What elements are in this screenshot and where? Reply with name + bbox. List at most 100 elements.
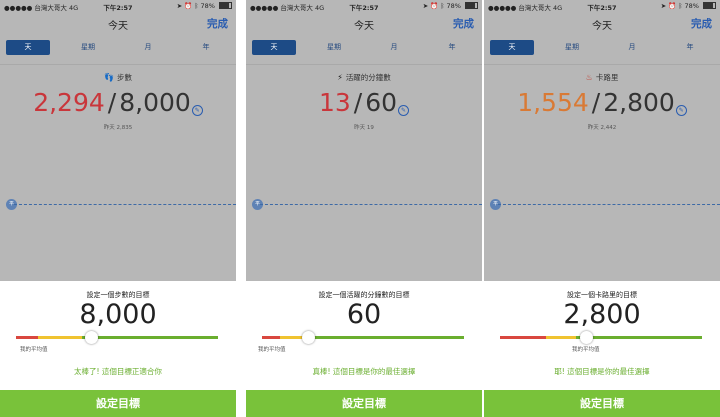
slider-segment-high	[302, 336, 464, 339]
flame-icon: ♨	[585, 73, 593, 82]
metric-label: 卡路里	[595, 73, 619, 82]
status-bar: ●●●●● 台灣大哥大 4G 下午2:57 ➤ ⏰ ᛒ 78%	[0, 0, 236, 12]
status-right: ➤ ⏰ ᛒ 78%	[423, 2, 478, 10]
progress-readout: 13/60 ✎	[246, 86, 482, 120]
average-label: 我的平均值	[20, 347, 48, 353]
tab-month[interactable]: 月	[372, 40, 416, 55]
goal-value: 8,000	[119, 88, 191, 117]
metric-label: 活躍的分鐘數	[345, 73, 391, 82]
slider-segment-mid	[280, 336, 302, 339]
page-title: 今天	[354, 21, 374, 32]
slider-segment-mid	[38, 336, 82, 339]
slider-segment-mid	[546, 336, 576, 339]
tab-year[interactable]: 年	[430, 40, 474, 55]
slider-segment-high	[576, 336, 702, 339]
current-value: 2,294	[33, 88, 105, 117]
battery-icon	[465, 2, 478, 9]
slider-segment-low	[500, 336, 546, 339]
yesterday-value: 昨天 2,442	[587, 125, 617, 131]
bluetooth-icon: ᛒ	[678, 2, 683, 10]
feedback-text: 太棒了! 這個目標正適合你	[74, 367, 162, 376]
goal-value: 60	[365, 88, 398, 117]
tab-month[interactable]: 月	[126, 40, 170, 55]
battery-icon	[703, 2, 716, 9]
feedback-text: 真棒! 這個目標是你的最佳選擇	[312, 367, 416, 376]
goal-number: 60	[346, 299, 382, 330]
phone-screen-steps: ●●●●● 台灣大哥大 4G 下午2:57 ➤ ⏰ ᛒ 78% 今天 完成 天 …	[0, 0, 236, 417]
page-title: 今天	[108, 21, 128, 32]
bluetooth-icon: ᛒ	[194, 2, 199, 10]
period-tabs: 天 星期 月 年	[6, 40, 230, 55]
done-button[interactable]: 完成	[453, 16, 474, 31]
tab-day[interactable]: 天	[6, 40, 50, 55]
slash: /	[591, 88, 601, 117]
battery-percent: 78%	[446, 2, 461, 10]
edit-goal-icon[interactable]: ✎	[398, 105, 410, 116]
battery-icon	[219, 2, 232, 9]
lightning-icon: ⚡	[337, 73, 343, 82]
alarm-icon: ⏰	[668, 2, 677, 10]
tab-day[interactable]: 天	[252, 40, 296, 55]
set-goal-button[interactable]: 設定目標	[0, 390, 236, 417]
set-goal-button[interactable]: 設定目標	[246, 390, 482, 417]
goal-slider-track[interactable]	[500, 336, 702, 339]
current-value: 1,554	[517, 88, 589, 117]
slider-segment-low	[16, 336, 38, 339]
feedback-text: 耶! 這個目標是你的最佳選擇	[554, 367, 650, 376]
divider	[246, 64, 482, 65]
tab-year[interactable]: 年	[184, 40, 228, 55]
average-line	[14, 204, 236, 205]
phone-screen-active-minutes: ●●●●● 台灣大哥大 4G 下午2:57 ➤ ⏰ ᛒ 78% 今天 完成 天 …	[246, 0, 482, 417]
done-button[interactable]: 完成	[207, 16, 228, 31]
slider-segment-low	[262, 336, 280, 339]
goal-slider-thumb[interactable]	[302, 331, 315, 344]
metric-title: 👣 步數	[0, 72, 236, 83]
slash: /	[107, 88, 117, 117]
average-label: 我的平均值	[572, 347, 600, 353]
average-line	[260, 204, 482, 205]
edit-goal-icon[interactable]: ✎	[675, 105, 687, 116]
yesterday-value: 昨天 2,835	[103, 125, 133, 131]
average-label: 我的平均值	[258, 347, 286, 353]
slider-segment-high	[82, 336, 218, 339]
alarm-icon: ⏰	[184, 2, 193, 10]
current-value: 13	[318, 88, 351, 117]
goal-number: 2,800	[563, 299, 641, 330]
location-icon: ➤	[422, 2, 429, 10]
metric-title: ♨ 卡路里	[484, 72, 720, 83]
divider	[484, 64, 720, 65]
period-tabs: 天 星期 月 年	[490, 40, 714, 55]
tab-year[interactable]: 年	[668, 40, 712, 55]
average-line	[498, 204, 720, 205]
metric-label: 步數	[116, 73, 132, 82]
goal-number: 8,000	[79, 299, 157, 330]
nav-header: 今天 完成	[484, 12, 720, 36]
nav-header: 今天 完成	[0, 12, 236, 36]
metric-title: ⚡ 活躍的分鐘數	[246, 72, 482, 83]
location-icon: ➤	[176, 2, 183, 10]
edit-goal-icon[interactable]: ✎	[191, 105, 203, 116]
tab-week[interactable]: 星期	[312, 40, 356, 55]
battery-percent: 78%	[684, 2, 699, 10]
set-goal-button[interactable]: 設定目標	[484, 390, 720, 417]
nav-header: 今天 完成	[246, 12, 482, 36]
status-bar: ●●●●● 台灣大哥大 4G 下午2:57 ➤ ⏰ ᛒ 78%	[484, 0, 720, 12]
status-right: ➤ ⏰ ᛒ 78%	[661, 2, 716, 10]
goal-slider-track[interactable]	[16, 336, 218, 339]
goal-slider-track[interactable]	[262, 336, 464, 339]
tab-day[interactable]: 天	[490, 40, 534, 55]
tab-week[interactable]: 星期	[550, 40, 594, 55]
tab-month[interactable]: 月	[610, 40, 654, 55]
page-title: 今天	[592, 21, 612, 32]
goal-value: 2,800	[603, 88, 675, 117]
tab-week[interactable]: 星期	[66, 40, 110, 55]
goal-slider-thumb[interactable]	[85, 331, 98, 344]
slash: /	[353, 88, 363, 117]
progress-readout: 2,294/8,000 ✎	[0, 86, 236, 120]
footprints-icon: 👣	[104, 73, 114, 82]
alarm-icon: ⏰	[430, 2, 439, 10]
status-bar: ●●●●● 台灣大哥大 4G 下午2:57 ➤ ⏰ ᛒ 78%	[246, 0, 482, 12]
goal-slider-thumb[interactable]	[580, 331, 593, 344]
location-icon: ➤	[660, 2, 667, 10]
done-button[interactable]: 完成	[691, 16, 712, 31]
